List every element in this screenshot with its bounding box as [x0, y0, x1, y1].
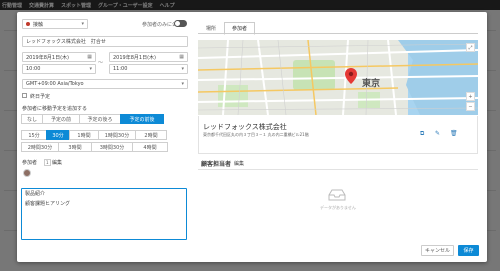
edit-icon[interactable]: ✎ [435, 130, 440, 137]
duration-options-row1: 15分 30分 1時間 1時間30分 2時間 [21, 130, 172, 140]
save-button[interactable]: 保存 [458, 245, 479, 256]
title-input[interactable]: レッドフォックス株式会社 打合せ [22, 36, 188, 47]
all-day-checkbox[interactable] [22, 93, 27, 98]
chevron-down-icon: ▾ [89, 66, 92, 72]
end-time-select[interactable]: 11:00 ▾ [109, 64, 188, 74]
travel-label: 参加者に移動予定を追加する [22, 106, 88, 112]
category-value: 接触 [33, 21, 44, 28]
cancel-button[interactable]: キャンセル [421, 245, 454, 256]
travel-option-after[interactable]: 予定の後ろ [79, 114, 121, 124]
chevron-down-icon: ▾ [181, 66, 184, 72]
fullscreen-icon[interactable]: ⤢ [466, 43, 475, 52]
open-link-icon[interactable]: ⧉ [420, 130, 424, 138]
end-date-value: 2019年8月1日(木) [113, 54, 156, 61]
participants-label: 参加者 [22, 160, 38, 166]
calendar-icon: ▦ [179, 54, 184, 60]
client-divider [198, 169, 478, 170]
avatar-icon [23, 169, 31, 177]
duration-option-selected[interactable]: 30分 [46, 130, 70, 140]
client-contact-edit-link[interactable]: 編集 [234, 160, 244, 167]
trash-icon[interactable]: 🗑 [450, 130, 458, 137]
memo-textarea[interactable]: 製品紹介 顧客課題ヒアリング [21, 188, 187, 240]
travel-option-before[interactable]: 予定の前 [42, 114, 80, 124]
travel-option-none[interactable]: なし [21, 114, 43, 124]
travel-options: なし 予定の前 予定の後ろ 予定の前後 [21, 114, 168, 124]
end-date-input[interactable]: 2019年8月1日(木) ▦ [109, 52, 188, 62]
category-color-dot [26, 22, 30, 26]
timezone-value: GMT+09:00 Asia/Tokyo [26, 81, 84, 87]
map-view[interactable]: ⤢ + − 東京 [198, 40, 478, 115]
zoom-out-icon[interactable]: − [466, 102, 475, 111]
zoom-in-icon[interactable]: + [466, 92, 475, 101]
duration-option[interactable]: 1時間30分 [98, 130, 136, 140]
start-date-input[interactable]: 2019年8月1日(木) ▦ [22, 52, 96, 62]
duration-option[interactable]: 15分 [21, 130, 47, 140]
place-address: 東京都千代田区丸の内３丁目３−１ 丸の内二重橋ビル21階 [203, 132, 309, 137]
map-area-label: 東京 [362, 79, 381, 89]
duration-option[interactable]: 3時間30分 [91, 142, 133, 152]
duration-option[interactable]: 4時間 [132, 142, 168, 152]
duration-options-row2: 2時間30分 3時間 3時間30分 4時間 [21, 142, 172, 152]
all-day-label: 終日予定 [30, 94, 51, 100]
travel-option-both[interactable]: 予定の前後 [120, 114, 164, 124]
duration-option[interactable]: 1時間 [69, 130, 99, 140]
duration-option[interactable]: 3時間 [58, 142, 92, 152]
duration-option[interactable]: 2時間 [135, 130, 167, 140]
participants-count: 1 [44, 159, 51, 166]
chevron-down-icon: ▾ [181, 81, 184, 87]
end-time-value: 11:00 [113, 66, 128, 72]
duration-option[interactable]: 2時間30分 [21, 142, 59, 152]
timezone-select[interactable]: GMT+09:00 Asia/Tokyo ▾ [22, 79, 188, 89]
start-date-value: 2019年8月1日(木) [26, 54, 69, 61]
category-select[interactable]: 接触 ▾ [22, 19, 88, 29]
range-separator: 〜 [98, 60, 104, 66]
empty-inbox-icon [328, 189, 346, 201]
start-time-select[interactable]: 10:00 ▾ [22, 64, 96, 74]
participants-only-toggle[interactable] [174, 20, 187, 27]
tab-divider [198, 33, 478, 34]
map-graphic [198, 40, 478, 115]
pin-icon [345, 68, 357, 84]
title-value: レッドフォックス株式会社 打合せ [26, 39, 106, 45]
client-contact-label: 顧客担当者 [201, 161, 232, 168]
chevron-down-icon: ▾ [81, 21, 84, 27]
calendar-icon: ▦ [87, 54, 92, 60]
place-name: レッドフォックス株式会社 [203, 123, 287, 131]
empty-state-text: データがありません [320, 205, 356, 210]
participants-edit-link[interactable]: 編集 [52, 159, 62, 166]
event-edit-dialog: 接触 ▾ 参加者のみに公開 レッドフォックス株式会社 打合せ 2019年8月1日… [17, 12, 487, 262]
start-time-value: 10:00 [26, 66, 41, 72]
